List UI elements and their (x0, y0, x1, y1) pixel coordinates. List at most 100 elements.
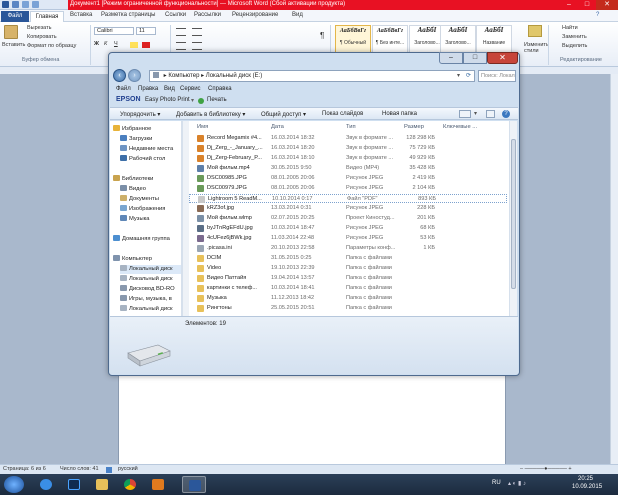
tab-page-layout[interactable]: Разметка страницы (101, 12, 155, 18)
bullets-icon[interactable] (176, 28, 186, 36)
file-row[interactable]: kRZ3of.jpg 13.03.2014 0:31 Рисунок JPEG 228… (189, 204, 507, 213)
column-type[interactable]: Тип (346, 124, 356, 130)
menu-file[interactable]: Файл (116, 86, 131, 92)
change-styles-icon[interactable] (528, 25, 542, 37)
address-dropdown-icon[interactable]: ▾ (457, 71, 460, 81)
nav-item[interactable]: Избранное (113, 125, 151, 134)
style-title[interactable]: АаБбI Название (476, 25, 512, 53)
start-button[interactable] (4, 476, 24, 493)
paste-icon[interactable] (4, 25, 18, 39)
zoom-slider[interactable]: – ─────●───── + (520, 466, 572, 472)
nav-item[interactable]: Музыка (120, 215, 150, 224)
file-row[interactable]: Рингтоны 25.05.2015 20:51 Папка с файлами (189, 304, 507, 313)
select-button[interactable]: Выделить (562, 43, 587, 49)
back-button[interactable]: ‹ (113, 69, 126, 82)
save-icon[interactable] (12, 1, 19, 8)
new-folder-button[interactable]: Новая папка (382, 111, 417, 117)
clock-time[interactable]: 20:25 (578, 476, 593, 482)
underline-button[interactable]: Ч (114, 41, 118, 47)
align-center-icon[interactable] (192, 42, 202, 50)
nav-item[interactable]: Локальный диск (120, 265, 181, 274)
file-row[interactable]: Lightroom 5 ReadM... 10.10.2014 0:17 Файл … (189, 194, 507, 203)
paste-button[interactable]: Вставить (2, 42, 25, 48)
help-icon[interactable]: ? (596, 12, 599, 18)
undo-icon[interactable] (22, 1, 29, 8)
explorer-maximize-button[interactable]: □ (463, 52, 487, 64)
file-row[interactable]: Мой фильм.mp4 30.05.2015 9:50 Видео (MP4) 3… (189, 164, 507, 173)
change-styles-button[interactable]: Изменить стили (524, 42, 549, 54)
language-indicator[interactable]: русский (118, 466, 138, 472)
menu-help[interactable]: Справка (208, 86, 232, 92)
taskbar-word[interactable] (182, 476, 206, 493)
style-no-spacing[interactable]: АаБбВвГг ¶ Без инте... (372, 25, 408, 53)
close-button[interactable]: ✕ (596, 0, 618, 10)
tab-view[interactable]: Вид (292, 12, 303, 18)
tab-insert[interactable]: Вставка (70, 12, 92, 18)
nav-item[interactable]: Игры, музыка, в (120, 295, 172, 304)
column-keywords[interactable]: Ключевые ... (443, 124, 477, 130)
italic-button[interactable]: К (104, 41, 107, 47)
style-heading-2[interactable]: АаБбI Заголово... (440, 25, 476, 53)
breadcrumb-computer[interactable]: Компьютер (168, 73, 199, 79)
nav-item[interactable]: Недавние места (120, 145, 173, 154)
file-row[interactable]: DCIM 31.05.2015 0:25 Папка с файлами (189, 254, 507, 263)
menu-view[interactable]: Вид (164, 86, 175, 92)
font-name-select[interactable]: Calibri (94, 27, 134, 35)
nav-item[interactable]: Компьютер (113, 255, 152, 264)
nav-item[interactable]: Видео (120, 185, 146, 194)
scrollbar-thumb[interactable] (511, 139, 516, 289)
redo-icon[interactable] (32, 1, 39, 8)
pilcrow-icon[interactable]: ¶ (320, 31, 324, 40)
print-button[interactable]: Печать (207, 97, 227, 103)
menu-tools[interactable]: Сервис (180, 86, 201, 92)
file-row[interactable]: byJTnRgEFdU.jpg 10.03.2014 18:47 Рисунок J… (189, 224, 507, 233)
word-count[interactable]: Число слов: 41 (60, 466, 99, 472)
format-painter-button[interactable]: Формат по образцу (27, 43, 76, 49)
taskbar-photoshop[interactable] (62, 476, 86, 493)
input-language[interactable]: RU (492, 480, 501, 486)
taskbar-chrome[interactable] (118, 476, 142, 493)
share-button[interactable]: Общий доступ ▾ (261, 111, 306, 118)
align-left-icon[interactable] (176, 42, 186, 50)
view-options-icon[interactable] (459, 110, 471, 118)
tray-icons[interactable]: ▴ ◐ ▮ ♪ (508, 480, 548, 488)
column-size[interactable]: Размер (404, 124, 424, 130)
search-input[interactable]: Поиск: Локальный диск (E:) (478, 70, 516, 82)
file-row[interactable]: .picasa.ini 20.10.2013 22:58 Параметры кон… (189, 244, 507, 253)
nav-item[interactable]: Рабочий стол (120, 155, 165, 164)
nav-item[interactable]: Локальный диск (120, 305, 173, 314)
menu-edit[interactable]: Правка (138, 86, 158, 92)
dropdown-icon[interactable]: ▾ (191, 97, 194, 104)
nav-item[interactable]: Домашняя группа (113, 235, 170, 244)
nav-item[interactable]: Библиотеки (113, 175, 153, 184)
tab-references[interactable]: Ссылки (165, 12, 186, 18)
tab-file[interactable]: Файл (1, 11, 29, 22)
numbering-icon[interactable] (192, 28, 202, 36)
style-normal[interactable]: АаБбВвГг ¶ Обычный (335, 25, 371, 53)
file-list-scrollbar[interactable] (509, 121, 517, 316)
taskbar-media[interactable] (146, 476, 170, 493)
add-to-library-button[interactable]: Добавить в библиотеку ▾ (176, 111, 245, 118)
minimize-button[interactable]: – (560, 0, 578, 10)
tab-mailings[interactable]: Рассылки (194, 12, 221, 18)
file-row[interactable]: Video 19.10.2013 22:39 Папка с файлами (189, 264, 507, 273)
proofing-icon[interactable] (106, 467, 112, 473)
explorer-close-button[interactable]: ✕ (487, 52, 518, 64)
copy-button[interactable]: Копировать (27, 34, 57, 40)
column-name[interactable]: Имя (197, 124, 208, 130)
taskbar-explorer[interactable] (90, 476, 114, 493)
tab-review[interactable]: Рецензирование (232, 12, 278, 18)
find-button[interactable]: Найти (562, 25, 578, 31)
replace-button[interactable]: Заменить (562, 34, 587, 40)
file-row[interactable]: Мой фильм.wlmp 02.07.2015 20:25 Проект Кин… (189, 214, 507, 223)
explorer-minimize-button[interactable]: – (439, 52, 463, 64)
file-row[interactable]: Музыка 11.12.2013 18:42 Папка с файлами (189, 294, 507, 303)
file-row[interactable]: DSC00985.JPG 08.01.2005 20:06 Рисунок JPEG… (189, 174, 507, 183)
address-bar[interactable]: ▸ Компьютер ▸ Локальный диск (E:) ▾ ⟳ (149, 70, 475, 82)
slideshow-button[interactable]: Показ слайдов (322, 111, 363, 117)
file-row[interactable]: картинки с телеф... 10.03.2014 18:41 Папка… (189, 284, 507, 293)
file-row[interactable]: Record Megamix #4... 16.03.2014 18:32 Звук… (189, 134, 507, 143)
preview-pane-icon[interactable] (486, 110, 495, 118)
nav-item[interactable]: Локальный диск (120, 275, 173, 284)
breadcrumb-drive[interactable]: Локальный диск (E:) (206, 73, 262, 79)
